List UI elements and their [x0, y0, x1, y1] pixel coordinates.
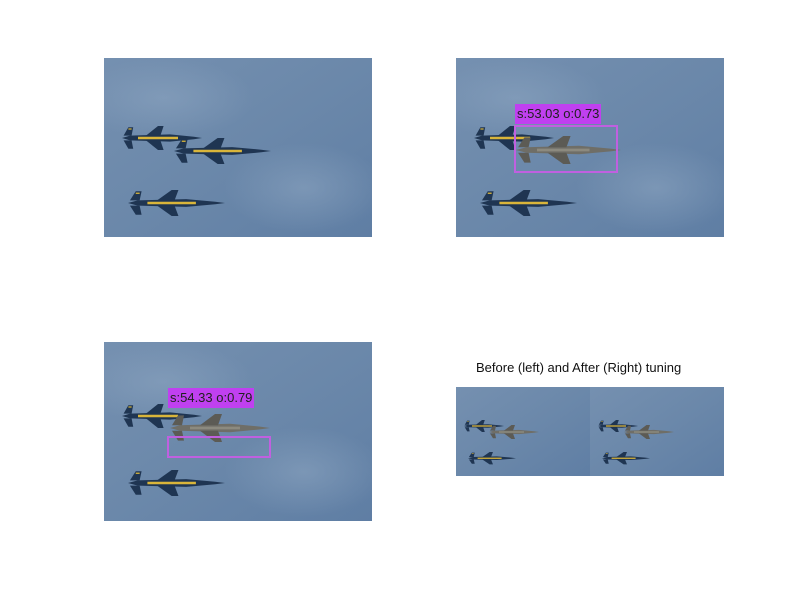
detection-after-panel: s:54.33 o:0.79 — [104, 342, 372, 521]
detection-before-panel: s:53.03 o:0.73 — [456, 58, 724, 237]
before-after-comparison-image — [456, 387, 724, 476]
jets-photo-detection-after — [104, 342, 372, 521]
detection-score-label: s:54.33 o:0.79 — [168, 388, 255, 408]
original-image-panel — [104, 58, 372, 237]
jets-photo — [104, 58, 372, 237]
detection-box — [167, 436, 271, 458]
comparison-caption: Before (left) and After (Right) tuning — [476, 360, 682, 375]
comparison-panel — [456, 387, 724, 476]
detection-score-label: s:53.03 o:0.73 — [515, 104, 602, 124]
detection-box — [514, 125, 618, 173]
